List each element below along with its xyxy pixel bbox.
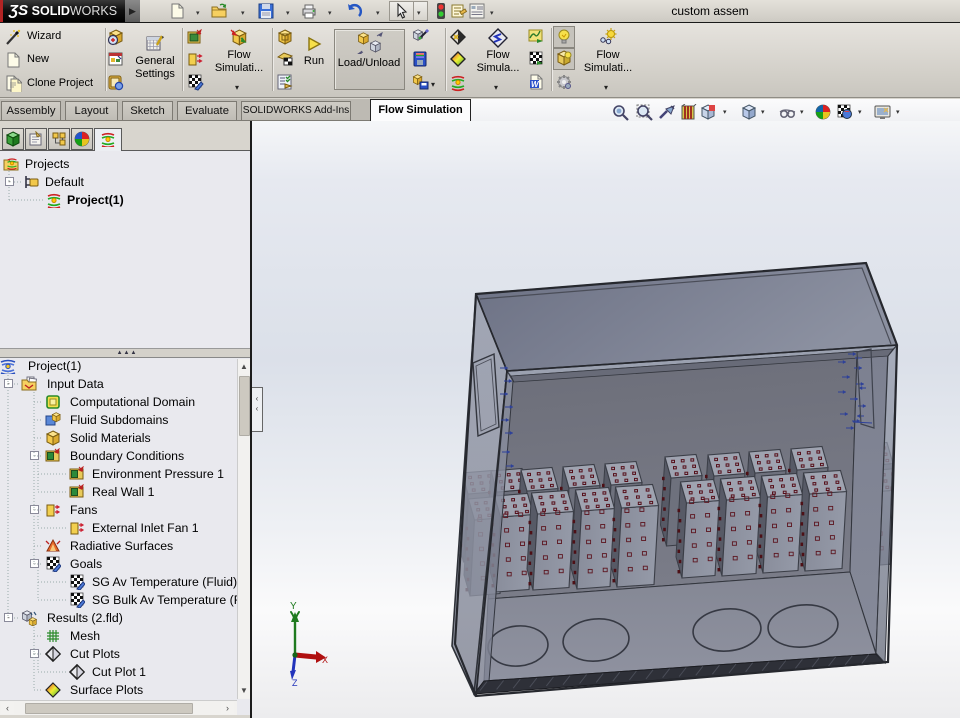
svg-text:Z: Z (292, 678, 298, 688)
svg-text:Y: Y (290, 601, 297, 612)
svg-text:X: X (322, 655, 328, 665)
